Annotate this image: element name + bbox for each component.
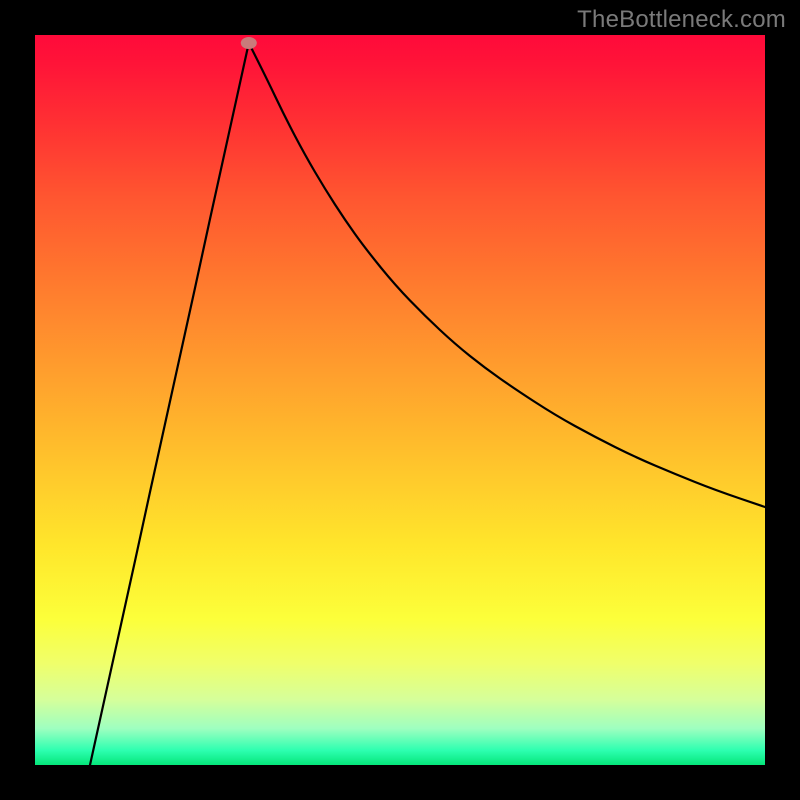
plot-area — [35, 35, 765, 765]
curve-right-branch — [249, 43, 765, 507]
curve-left-branch — [90, 43, 249, 765]
bottleneck-curve — [35, 35, 765, 765]
minimum-marker — [241, 37, 257, 49]
chart-frame: TheBottleneck.com — [0, 0, 800, 800]
watermark-text: TheBottleneck.com — [577, 6, 786, 34]
